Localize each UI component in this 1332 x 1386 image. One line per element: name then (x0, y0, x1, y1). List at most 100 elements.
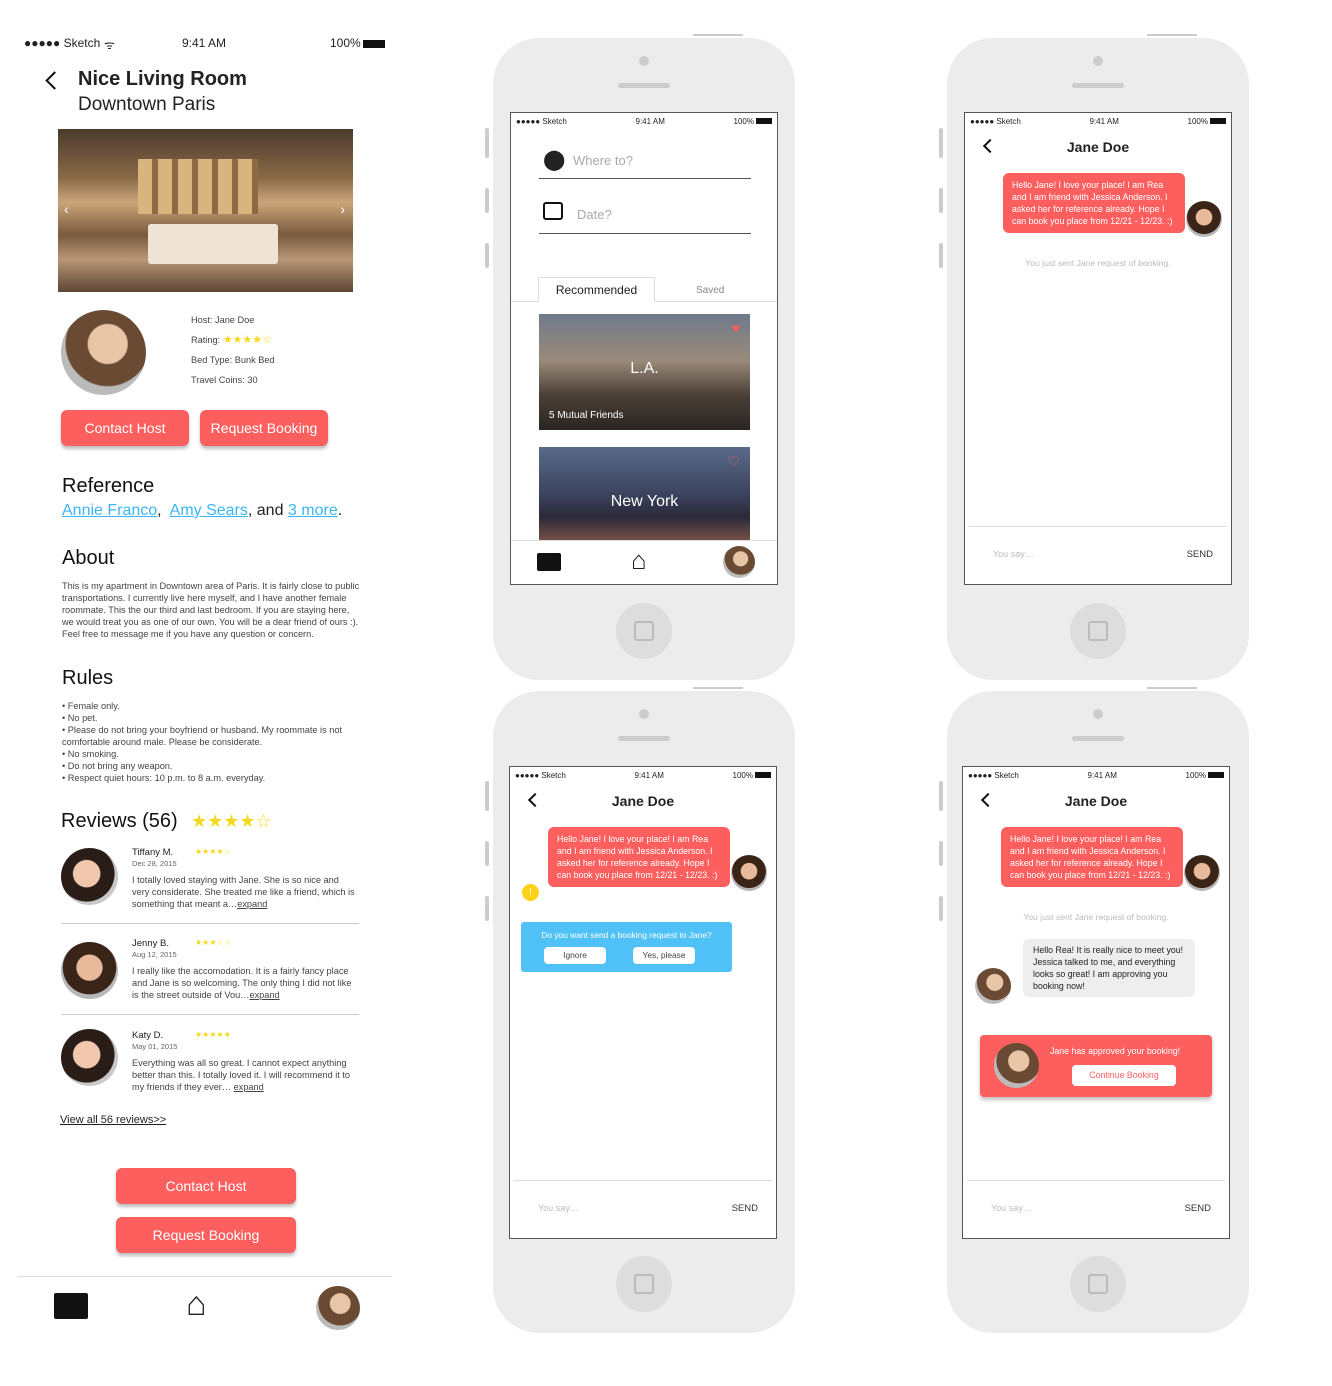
review-stars-icon: ★★★★☆ (195, 847, 231, 856)
card-la[interactable]: ♥ L.A. 5 Mutual Friends (539, 314, 750, 430)
expand-link[interactable]: expand (237, 899, 267, 909)
reference-more-link[interactable]: 3 more (288, 502, 338, 519)
review-stars-icon: ★★★★★ (195, 1030, 231, 1039)
speaker (618, 83, 670, 88)
send-button[interactable]: SEND (1187, 549, 1213, 560)
rule-item: • Respect quiet hours: 10 p.m. to 8 a.m.… (62, 773, 266, 783)
tab-saved[interactable]: Saved (696, 285, 724, 296)
contact-host-button[interactable]: Contact Host (61, 410, 189, 446)
battery: 100% (330, 36, 385, 50)
host-rating: Rating: ★★★★☆ (191, 334, 272, 346)
received-message-bubble: Hello Rea! It is really nice to meet you… (1023, 939, 1195, 997)
profile-avatar[interactable] (316, 1286, 360, 1330)
expand-link[interactable]: expand (234, 1082, 264, 1092)
card-new-york[interactable]: ♡ New York (539, 447, 750, 547)
booking-notice: You just sent Jane request of booking. (1025, 258, 1171, 268)
page-subtitle: Downtown Paris (78, 94, 216, 115)
message-input[interactable]: You say… (993, 549, 1034, 559)
about-text: This is my apartment in Downtown area of… (62, 581, 360, 639)
wifi-icon: ᯤ (104, 38, 115, 52)
rule-item: • Please do not bring your boyfriend or … (62, 725, 343, 747)
card-city: L.A. (630, 360, 659, 377)
prev-photo-icon[interactable]: ‹ (64, 201, 69, 217)
chat-screen: ●●●●● Sketch 9:41 AM 100% Jane Doe Hello J… (962, 766, 1230, 1239)
reference-heading: Reference (62, 475, 155, 497)
room-photo: ‹ › (58, 129, 353, 292)
status-bar: ●●●●● Sketch 9:41 AM 100% (511, 113, 777, 129)
heart-outline-icon[interactable]: ♡ (727, 453, 740, 470)
rule-item: • Do not bring any weapon. (62, 761, 173, 771)
travel-coins: Travel Coins: 30 (191, 375, 258, 385)
rule-item: • No smoking. (62, 749, 119, 759)
messages-icon[interactable] (537, 553, 561, 571)
send-button[interactable]: SEND (732, 1203, 758, 1214)
reviewer-avatar (61, 848, 118, 905)
tab-recommended[interactable]: Recommended (538, 277, 655, 302)
camera (639, 56, 649, 66)
contact-host-button-bottom[interactable]: Contact Host (116, 1168, 296, 1204)
reviewer-avatar (61, 942, 118, 999)
rules-list: • Female only. • No pet. • Please do not… (62, 700, 360, 784)
clock: 9:41 AM (182, 36, 227, 50)
sent-message-bubble: Hello Jane! I love your place! I am Rea … (1001, 827, 1183, 887)
heart-filled-icon[interactable]: ♥ (732, 320, 740, 336)
approval-text: Jane has approved your booking! (1050, 1046, 1181, 1056)
message-input[interactable]: You say… (991, 1203, 1032, 1213)
home-button[interactable] (1070, 603, 1126, 659)
status-bar: ●●●●● Sketch ᯤ 9:41 AM 100% (24, 36, 389, 52)
home-icon[interactable]: ⌂ (631, 545, 647, 576)
reference-link-annie[interactable]: Annie Franco (62, 502, 157, 519)
send-button[interactable]: SEND (1185, 1203, 1211, 1214)
messages-icon[interactable] (54, 1293, 88, 1319)
reference-link-amy[interactable]: Amy Sears (170, 502, 248, 519)
request-booking-button[interactable]: Request Booking (200, 410, 328, 446)
review-item: Jenny B. ★★★☆☆ Aug 12, 2015 I really lik… (61, 937, 359, 1015)
status-bar: ●●●●● Sketch 9:41 AM 100% (963, 767, 1229, 783)
reviews-heading: Reviews (56) (61, 810, 178, 832)
home-icon[interactable]: ⌂ (186, 1287, 207, 1321)
next-photo-icon[interactable]: › (340, 201, 345, 217)
where-input[interactable]: Where to? (573, 153, 743, 168)
home-button[interactable] (616, 603, 672, 659)
expand-link[interactable]: expand (249, 990, 279, 1000)
phone-chat-prompt: ●●●●● Sketch 9:41 AM 100% Jane Doe Hello J… (485, 687, 795, 1333)
host-avatar (994, 1043, 1039, 1088)
home-button[interactable] (616, 1256, 672, 1312)
location-pin-icon: ⬤ (543, 149, 566, 171)
mutual-friends: 5 Mutual Friends (549, 410, 624, 421)
chat-screen: ●●●●● Sketch 9:41 AM 100% Jane Doe Hello J… (509, 766, 777, 1239)
message-input[interactable]: You say… (538, 1203, 579, 1213)
profile-avatar[interactable] (723, 546, 755, 578)
bottom-nav: ⌂ (18, 1276, 392, 1336)
battery-icon (362, 39, 385, 48)
calendar-icon (543, 202, 563, 220)
page-title: Nice Living Room (78, 68, 247, 90)
card-city: New York (610, 493, 679, 510)
review-date: Dec 28, 2015 (132, 859, 177, 868)
view-all-reviews-link[interactable]: View all 56 reviews>> (60, 1114, 166, 1126)
home-button[interactable] (1070, 1256, 1126, 1312)
message-input-bar: You say… SEND (514, 1180, 772, 1238)
warning-icon: ! (522, 884, 539, 901)
reviewer-name: Tiffany M. (132, 847, 174, 858)
review-text: I really like the accomodation. It is a … (132, 966, 352, 1000)
host-avatar (975, 968, 1011, 1004)
chat-title: Jane Doe (1066, 139, 1130, 155)
continue-booking-button[interactable]: Continue Booking (1072, 1065, 1176, 1086)
bed-image (148, 224, 278, 264)
status-bar: ●●●●● Sketch 9:41 AM 100% (965, 113, 1231, 129)
back-chevron-icon[interactable] (45, 71, 64, 90)
ignore-button[interactable]: Ignore (544, 947, 606, 964)
date-input[interactable]: Date? (577, 207, 747, 222)
prompt-text: Do you want send a booking request to Ja… (541, 930, 712, 940)
host-name: Host: Jane Doe (191, 315, 255, 325)
rule-item: • Female only. (62, 701, 120, 711)
yes-please-button[interactable]: Yes, please (633, 947, 695, 964)
phone-chat-sent: ●●●●● Sketch 9:41 AM 100% Jane Doe Hello J… (939, 34, 1249, 680)
chat-title: Jane Doe (611, 793, 675, 809)
phone-search: ●●●●● Sketch 9:41 AM 100% ⬤ Where to? Date… (485, 34, 795, 680)
request-booking-button-bottom[interactable]: Request Booking (116, 1217, 296, 1253)
user-avatar (1184, 855, 1220, 891)
host-avatar[interactable] (61, 310, 146, 395)
message-input-bar: You say… SEND (969, 526, 1227, 584)
